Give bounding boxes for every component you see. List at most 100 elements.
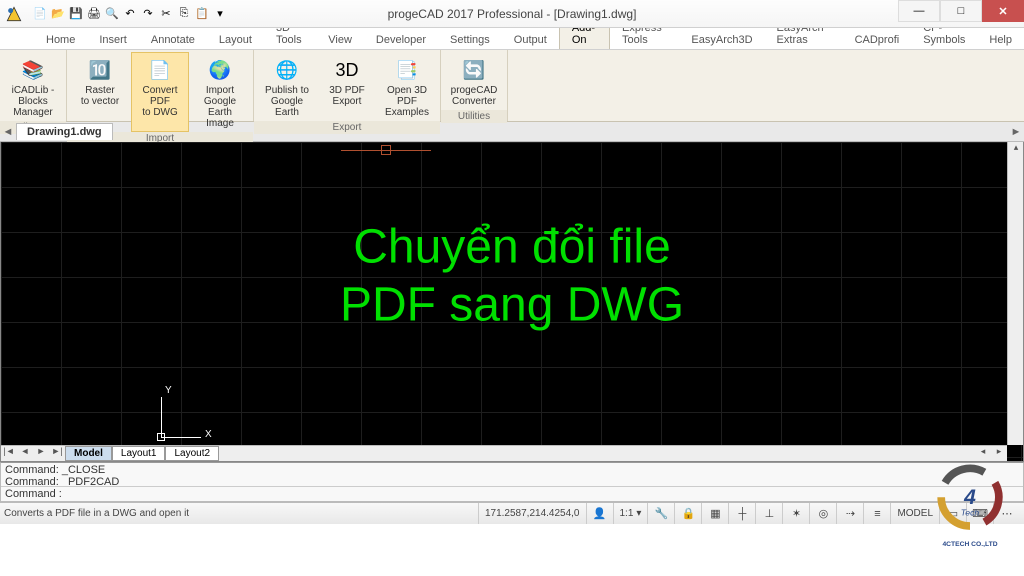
menu-tab-settings[interactable]: Settings [438, 31, 502, 49]
ribbon-group-import: 🔟Rasterto vector📄Convert PDFto DWG🌍Impor… [67, 50, 254, 121]
pickbox-icon [381, 145, 391, 155]
qat-paste-icon[interactable]: 📋 [194, 6, 210, 22]
command-window: Command: _CLOSE Command: _PDF2CAD Comman… [0, 462, 1024, 502]
qat-redo-icon[interactable]: ↷ [140, 6, 156, 22]
menu-tab-annotate[interactable]: Annotate [139, 31, 207, 49]
menu-tab-developer[interactable]: Developer [364, 31, 438, 49]
ucs-y-label: Y [165, 385, 172, 396]
close-button[interactable]: ✕ [982, 0, 1024, 22]
progecad-converter-button[interactable]: 🔄progeCADConverter [445, 52, 503, 110]
status-scale[interactable]: 1:1 ▾ [613, 503, 648, 524]
command-history-line: Command: _CLOSE [5, 464, 1019, 476]
layout-tab-layout2[interactable]: Layout2 [165, 446, 219, 461]
qat-undo-icon[interactable]: ↶ [122, 6, 138, 22]
drawing-canvas[interactable]: Chuyển đổi file PDF sang DWG X Y ▴ |◄ ◄ … [0, 142, 1024, 462]
menu-tab-home[interactable]: Home [34, 31, 87, 49]
command-line[interactable]: Command : [1, 486, 1023, 501]
menu-tab-view[interactable]: View [316, 31, 364, 49]
doctab-prev-icon[interactable]: ◄ [0, 126, 16, 138]
title-bar: 📄 📂 💾 🖨 🔍 ↶ ↷ ✂ ⎘ 📋 ▾ progeCAD 2017 Prof… [0, 0, 1024, 28]
qat-copy-icon[interactable]: ⎘ [176, 6, 192, 22]
open-3d-pdf-examples-button-label: Open 3D PDFExamples [381, 85, 433, 118]
status-tablet-icon[interactable]: ▭ [939, 503, 966, 524]
ribbon: 📚iCADLib -Blocks ManagerLibrary🔟Rasterto… [0, 50, 1024, 122]
qat-open-icon[interactable]: 📂 [50, 6, 66, 22]
ribbon-group-label: Utilities [441, 110, 507, 123]
ucs-x-label: X [205, 429, 212, 440]
progecad-converter-button-label: progeCADConverter [451, 85, 498, 107]
import-google-earth-button[interactable]: 🌍Import GoogleEarth Image [191, 52, 249, 132]
3d-pdf-export-button[interactable]: 3D3D PDFExport [318, 52, 376, 121]
scroll-left-icon[interactable]: ◂ [975, 446, 991, 462]
qat-save-icon[interactable]: 💾 [68, 6, 84, 22]
command-history-line: Command: _PDF2CAD [5, 476, 1019, 486]
status-dyn-icon[interactable]: ⌨ [966, 503, 993, 524]
status-person-icon[interactable]: 👤 [586, 503, 613, 524]
ribbon-group-utilities: 🔄progeCADConverterUtilities [441, 50, 508, 121]
app-icon [0, 0, 28, 28]
open-3d-pdf-examples-icon: 📑 [391, 55, 423, 85]
overlay-line2: PDF sang DWG [340, 278, 684, 331]
status-lwt-icon[interactable]: ≡ [863, 503, 890, 524]
command-prompt: Command : [5, 488, 62, 500]
layout-next-icon[interactable]: ► [33, 446, 49, 462]
status-bar: Converts a PDF file in a DWG and open it… [0, 502, 1024, 524]
minimize-button[interactable]: — [898, 0, 940, 22]
doctab-next-icon[interactable]: ► [1008, 126, 1024, 138]
status-grid-icon[interactable]: ▦ [701, 503, 728, 524]
document-tab[interactable]: Drawing1.dwg [16, 123, 113, 140]
ribbon-group-label: Export [254, 121, 440, 134]
publish-google-earth-button[interactable]: 🌐Publish toGoogle Earth [258, 52, 316, 121]
raster-to-vector-button[interactable]: 🔟Rasterto vector [71, 52, 129, 132]
raster-to-vector-icon: 🔟 [84, 55, 116, 85]
status-polar-icon[interactable]: ✶ [782, 503, 809, 524]
qat-cut-icon[interactable]: ✂ [158, 6, 174, 22]
menu-tab-help[interactable]: Help [977, 31, 1024, 49]
status-osnap-icon[interactable]: ◎ [809, 503, 836, 524]
maximize-button[interactable]: □ [940, 0, 982, 22]
menu-tab-output[interactable]: Output [502, 31, 559, 49]
layout-prev-icon[interactable]: ◄ [17, 446, 33, 462]
window-title: progeCAD 2017 Professional - [Drawing1.d… [388, 7, 637, 21]
overlay-caption: Chuyển đổi file PDF sang DWG [340, 218, 684, 333]
ribbon-group-export: 🌐Publish toGoogle Earth3D3D PDFExport📑Op… [254, 50, 441, 121]
qat-more-icon[interactable]: ▾ [212, 6, 228, 22]
status-more-icon[interactable]: ⋯ [993, 503, 1020, 524]
scroll-right-icon[interactable]: ▸ [991, 446, 1007, 462]
status-model[interactable]: MODEL [890, 503, 939, 524]
qat-new-icon[interactable]: 📄 [32, 6, 48, 22]
qat-preview-icon[interactable]: 🔍 [104, 6, 120, 22]
menu-tab-cadprofi[interactable]: CADprofi [843, 31, 912, 49]
status-snap-icon[interactable]: ┼ [728, 503, 755, 524]
menu-tab-insert[interactable]: Insert [87, 31, 139, 49]
layout-tab-layout1[interactable]: Layout1 [112, 446, 166, 461]
command-input[interactable] [62, 488, 1019, 500]
progecad-converter-icon: 🔄 [458, 55, 490, 85]
icadlib-button-label: iCADLib -Blocks Manager [7, 85, 59, 118]
layout-first-icon[interactable]: |◄ [1, 446, 17, 462]
icadlib-button[interactable]: 📚iCADLib -Blocks Manager [4, 52, 62, 121]
vertical-scrollbar[interactable]: ▴ [1007, 142, 1023, 445]
ribbon-tabs: HomeInsertAnnotateLayout3D ToolsViewDeve… [0, 28, 1024, 50]
import-google-earth-button-label: Import GoogleEarth Image [194, 85, 246, 129]
menu-tab-easyarch3d[interactable]: EasyArch3D [679, 31, 764, 49]
quick-access-toolbar: 📄 📂 💾 🖨 🔍 ↶ ↷ ✂ ⎘ 📋 ▾ [28, 6, 228, 22]
layout-tab-bar: |◄ ◄ ► ►| ModelLayout1Layout2 ◂ ▸ [1, 445, 1007, 461]
convert-pdf-to-dwg-icon: 📄 [144, 55, 176, 85]
status-lock-icon[interactable]: 🔒 [674, 503, 701, 524]
layout-tab-model[interactable]: Model [65, 446, 112, 461]
qat-print-icon[interactable]: 🖨 [86, 6, 102, 22]
status-otrack-icon[interactable]: ⇢ [836, 503, 863, 524]
3d-pdf-export-button-label: 3D PDFExport [329, 85, 365, 107]
scroll-up-icon[interactable]: ▴ [1008, 142, 1024, 158]
menu-tab-layout[interactable]: Layout [207, 31, 264, 49]
window-buttons: — □ ✕ [898, 0, 1024, 22]
open-3d-pdf-examples-button[interactable]: 📑Open 3D PDFExamples [378, 52, 436, 121]
status-annoscale-icon[interactable]: 🔧 [647, 503, 674, 524]
svg-text:4CTECH CO.,LTD: 4CTECH CO.,LTD [942, 541, 997, 548]
status-ortho-icon[interactable]: ⊥ [755, 503, 782, 524]
icadlib-icon: 📚 [17, 55, 49, 85]
convert-pdf-to-dwg-button-label: Convert PDFto DWG [134, 85, 186, 118]
layout-last-icon[interactable]: ►| [49, 446, 65, 462]
convert-pdf-to-dwg-button[interactable]: 📄Convert PDFto DWG [131, 52, 189, 132]
